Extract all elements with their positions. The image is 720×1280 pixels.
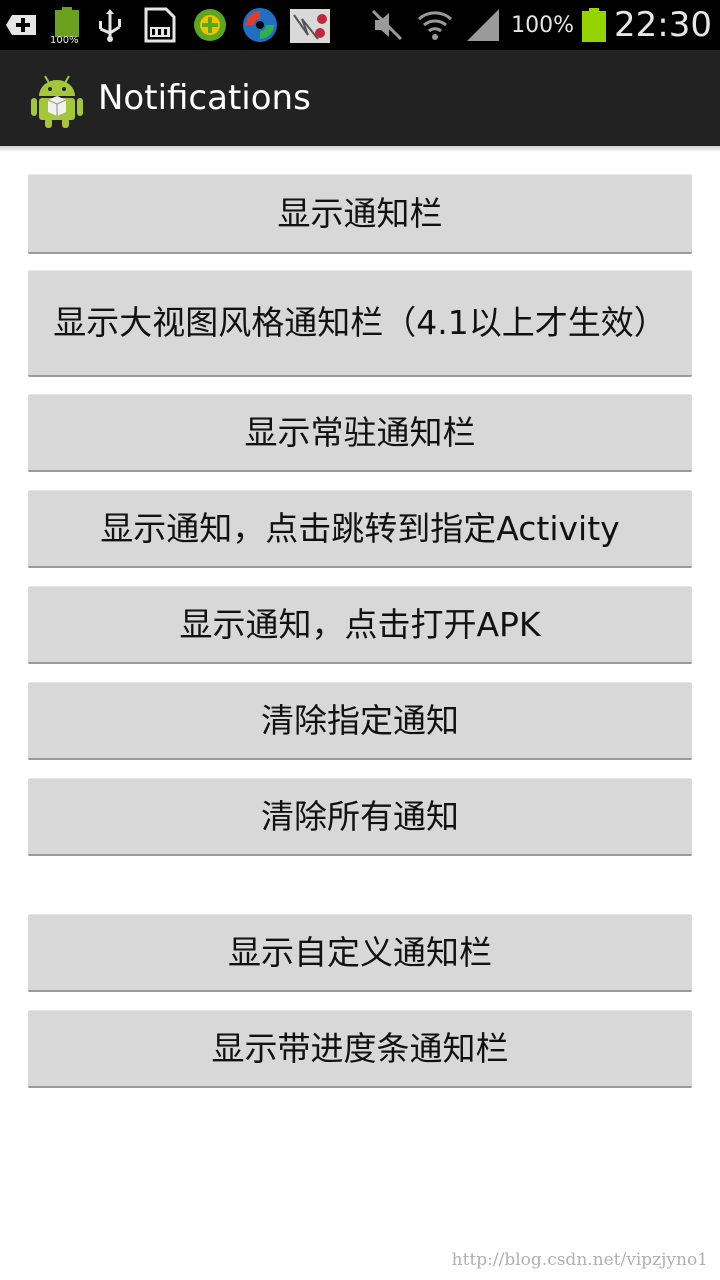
wifi-icon (418, 11, 453, 40)
swirl-app-icon (243, 8, 277, 42)
battery-percent: 100% (511, 12, 575, 38)
green-app-icon (194, 9, 226, 41)
page-title: Notifications (98, 78, 311, 118)
watermark: http://blog.csdn.net/vipzjyno1 (451, 1250, 708, 1270)
action-bar-shadow (0, 146, 720, 152)
image-notification-icon (290, 9, 330, 43)
mute-icon (372, 9, 403, 41)
battery-full-notification-icon: 100% (50, 5, 80, 46)
add-notification-icon (6, 15, 36, 35)
android-app-icon[interactable] (30, 70, 84, 128)
show-custom-notification-button[interactable]: 显示自定义通知栏 (28, 914, 692, 992)
usb-icon (99, 9, 121, 42)
show-notification-open-activity-button[interactable]: 显示通知，点击跳转到指定Activity (28, 490, 692, 568)
show-notification-button[interactable]: 显示通知栏 (28, 174, 692, 254)
notification-icons: 100% (4, 0, 340, 50)
clock: 22:30 (614, 5, 712, 45)
show-progress-notification-button[interactable]: 显示带进度条通知栏 (28, 1010, 692, 1088)
battery-icon (582, 8, 607, 42)
system-indicators: 100% 22:30 (359, 0, 712, 50)
sd-card-icon (144, 7, 176, 43)
clear-all-notifications-button[interactable]: 清除所有通知 (28, 778, 692, 856)
show-ongoing-notification-button[interactable]: 显示常驻通知栏 (28, 394, 692, 472)
action-bar: Notifications (0, 50, 720, 146)
battery-notification-label: 100% (50, 35, 79, 46)
clear-specified-notification-button[interactable]: 清除指定通知 (28, 682, 692, 760)
show-notification-open-apk-button[interactable]: 显示通知，点击打开APK (28, 586, 692, 664)
show-big-view-notification-button[interactable]: 显示大视图风格通知栏（4.1以上才生效） (28, 270, 692, 377)
status-bar: 100% 100% 22:30 (0, 0, 720, 50)
signal-strength-icon (467, 9, 500, 41)
